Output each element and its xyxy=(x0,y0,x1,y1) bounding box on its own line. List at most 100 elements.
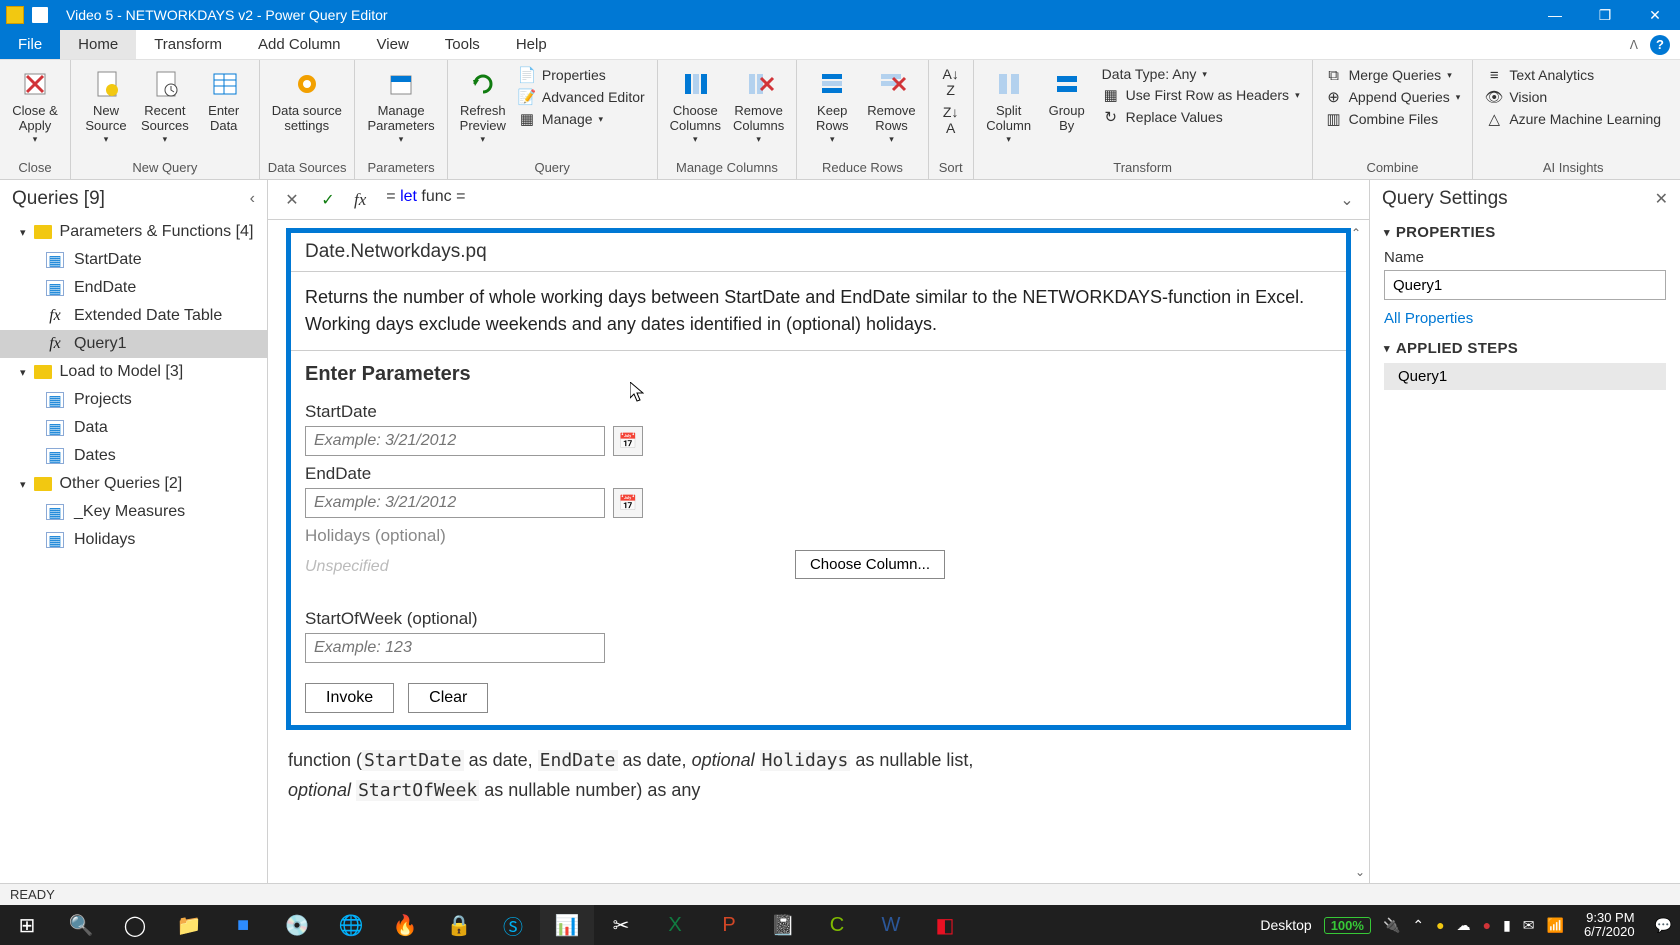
expand-formula-button[interactable]: ⌄ xyxy=(1333,186,1361,214)
view-tab[interactable]: View xyxy=(359,30,427,59)
datatype-dropdown[interactable]: Data Type: Any ▾ xyxy=(1102,66,1300,82)
scroll-down-icon[interactable]: ⌄ xyxy=(1355,865,1365,879)
manage-parameters-button[interactable]: Manage Parameters▾ xyxy=(363,64,438,146)
close-window-button[interactable]: ✕ xyxy=(1630,0,1680,30)
tray-mail-icon[interactable]: ✉ xyxy=(1523,917,1535,934)
remove-rows-button[interactable]: Remove Rows▾ xyxy=(863,64,919,146)
tree-item[interactable]: ▦EndDate xyxy=(0,274,267,302)
battery-indicator[interactable]: 100% xyxy=(1324,917,1371,934)
wifi-icon[interactable]: 📶 xyxy=(1547,917,1564,934)
enter-data-button[interactable]: Enter Data xyxy=(197,64,251,136)
tray-icon[interactable]: ● xyxy=(1436,917,1444,933)
transform-tab[interactable]: Transform xyxy=(136,30,240,59)
desktop-button[interactable]: Desktop xyxy=(1260,917,1311,933)
tree-item[interactable]: ▦StartDate xyxy=(0,246,267,274)
scroll-up-icon[interactable]: ⌃ xyxy=(1347,224,1365,242)
all-properties-link[interactable]: All Properties xyxy=(1384,310,1473,327)
maximize-button[interactable]: ❐ xyxy=(1580,0,1630,30)
task-word-icon[interactable]: W xyxy=(864,905,918,945)
remove-columns-button[interactable]: Remove Columns▾ xyxy=(729,64,788,146)
properties-button[interactable]: 📄Properties xyxy=(518,66,645,84)
choose-column-button[interactable]: Choose Column... xyxy=(795,550,945,579)
recent-sources-button[interactable]: Recent Sources▾ xyxy=(137,64,193,146)
task-explorer-icon[interactable]: 📁 xyxy=(162,905,216,945)
tree-item[interactable]: ▦Data xyxy=(0,414,267,442)
sort-asc-button[interactable]: A↓Z xyxy=(937,64,965,100)
minimize-button[interactable]: — xyxy=(1530,0,1580,30)
task-powerpoint-icon[interactable]: P xyxy=(702,905,756,945)
clock[interactable]: 9:30 PM6/7/2020 xyxy=(1576,911,1643,940)
applied-step[interactable]: Query1 xyxy=(1384,363,1666,390)
keep-rows-button[interactable]: Keep Rows▾ xyxy=(805,64,859,146)
tree-item[interactable]: ▦Dates xyxy=(0,442,267,470)
file-tab[interactable]: File xyxy=(0,30,60,59)
close-settings-button[interactable]: ✕ xyxy=(1655,189,1668,209)
query-name-input[interactable] xyxy=(1384,270,1666,300)
append-queries-button[interactable]: ⊕Append Queries ▾ xyxy=(1325,88,1461,106)
task-excel-icon[interactable]: X xyxy=(648,905,702,945)
tree-item[interactable]: fxExtended Date Table xyxy=(0,302,267,330)
advanced-editor-button[interactable]: 📝Advanced Editor xyxy=(518,88,645,106)
task-zoom-icon[interactable]: ■ xyxy=(216,905,270,945)
task-powerbi-icon[interactable]: 📊 xyxy=(540,905,594,945)
first-row-headers-button[interactable]: ▦Use First Row as Headers ▾ xyxy=(1102,86,1300,104)
properties-section[interactable]: ▾PROPERTIES xyxy=(1384,224,1666,241)
sort-desc-button[interactable]: Z↓A xyxy=(937,102,965,138)
task-yandex-icon[interactable]: ◯ xyxy=(108,905,162,945)
task-red-icon[interactable]: ◧ xyxy=(918,905,972,945)
group-by-button[interactable]: Group By xyxy=(1040,64,1094,136)
notifications-icon[interactable]: 💬 xyxy=(1655,917,1672,934)
help-tab[interactable]: Help xyxy=(498,30,565,59)
tree-folder[interactable]: ▾Other Queries [2] xyxy=(0,470,267,498)
ribbon-collapse-icon[interactable]: ᐱ xyxy=(1630,38,1638,52)
param-startdate-input[interactable] xyxy=(305,426,605,456)
clear-button[interactable]: Clear xyxy=(408,683,488,713)
chevron-up-icon[interactable]: ⌃ xyxy=(1412,917,1424,934)
commit-formula-button[interactable]: ✓ xyxy=(312,186,344,214)
manage-button[interactable]: ▦Manage ▾ xyxy=(518,110,645,128)
param-enddate-input[interactable] xyxy=(305,488,605,518)
param-startofweek-input[interactable] xyxy=(305,633,605,663)
combine-files-button[interactable]: ▥Combine Files xyxy=(1325,110,1461,128)
split-column-button[interactable]: Split Column▾ xyxy=(982,64,1036,146)
merge-queries-button[interactable]: ⧉Merge Queries ▾ xyxy=(1325,66,1461,84)
collapse-icon[interactable]: ‹ xyxy=(250,190,255,208)
search-icon[interactable]: 🔍 xyxy=(54,905,108,945)
task-lock-icon[interactable]: 🔒 xyxy=(432,905,486,945)
tree-item[interactable]: ▦_Key Measures xyxy=(0,498,267,526)
task-camtasia-icon[interactable]: C xyxy=(810,905,864,945)
datasource-settings-button[interactable]: Data source settings xyxy=(268,64,346,136)
text-analytics-button[interactable]: ≡Text Analytics xyxy=(1485,66,1661,84)
cancel-formula-button[interactable]: ✕ xyxy=(276,186,308,214)
tree-folder[interactable]: ▾Load to Model [3] xyxy=(0,358,267,386)
task-snip-icon[interactable]: ✂ xyxy=(594,905,648,945)
formula-input[interactable]: = let func = xyxy=(376,186,1329,214)
home-tab[interactable]: Home xyxy=(60,30,136,59)
replace-values-button[interactable]: ↻Replace Values xyxy=(1102,108,1300,126)
new-source-button[interactable]: New Source▾ xyxy=(79,64,133,146)
calendar-icon[interactable]: 📅 xyxy=(613,426,643,456)
applied-steps-section[interactable]: ▾APPLIED STEPS xyxy=(1384,340,1666,357)
tray-bt-icon[interactable]: ▮ xyxy=(1503,917,1511,934)
azure-ml-button[interactable]: △Azure Machine Learning xyxy=(1485,110,1661,128)
refresh-preview-button[interactable]: Refresh Preview▾ xyxy=(456,64,510,146)
close-apply-button[interactable]: Close & Apply▾ xyxy=(8,64,62,146)
power-icon[interactable]: 🔌 xyxy=(1383,917,1400,934)
invoke-button[interactable]: Invoke xyxy=(305,683,394,713)
choose-columns-button[interactable]: Choose Columns▾ xyxy=(666,64,725,146)
tree-item[interactable]: fxQuery1 xyxy=(0,330,267,358)
help-icon[interactable]: ? xyxy=(1650,35,1670,55)
tray-mic-icon[interactable]: ● xyxy=(1483,917,1491,933)
calendar-icon[interactable]: 📅 xyxy=(613,488,643,518)
fx-icon[interactable]: fx xyxy=(348,190,372,210)
vision-button[interactable]: 👁Vision xyxy=(1485,88,1661,106)
tree-item[interactable]: ▦Holidays xyxy=(0,526,267,554)
task-skype-icon[interactable]: Ⓢ xyxy=(486,905,540,945)
task-dragon-icon[interactable]: 🔥 xyxy=(378,905,432,945)
tools-tab[interactable]: Tools xyxy=(427,30,498,59)
task-disc-icon[interactable]: 💿 xyxy=(270,905,324,945)
onedrive-icon[interactable]: ☁ xyxy=(1457,917,1471,934)
addcolumn-tab[interactable]: Add Column xyxy=(240,30,359,59)
start-button[interactable]: ⊞ xyxy=(0,905,54,945)
tree-item[interactable]: ▦Projects xyxy=(0,386,267,414)
